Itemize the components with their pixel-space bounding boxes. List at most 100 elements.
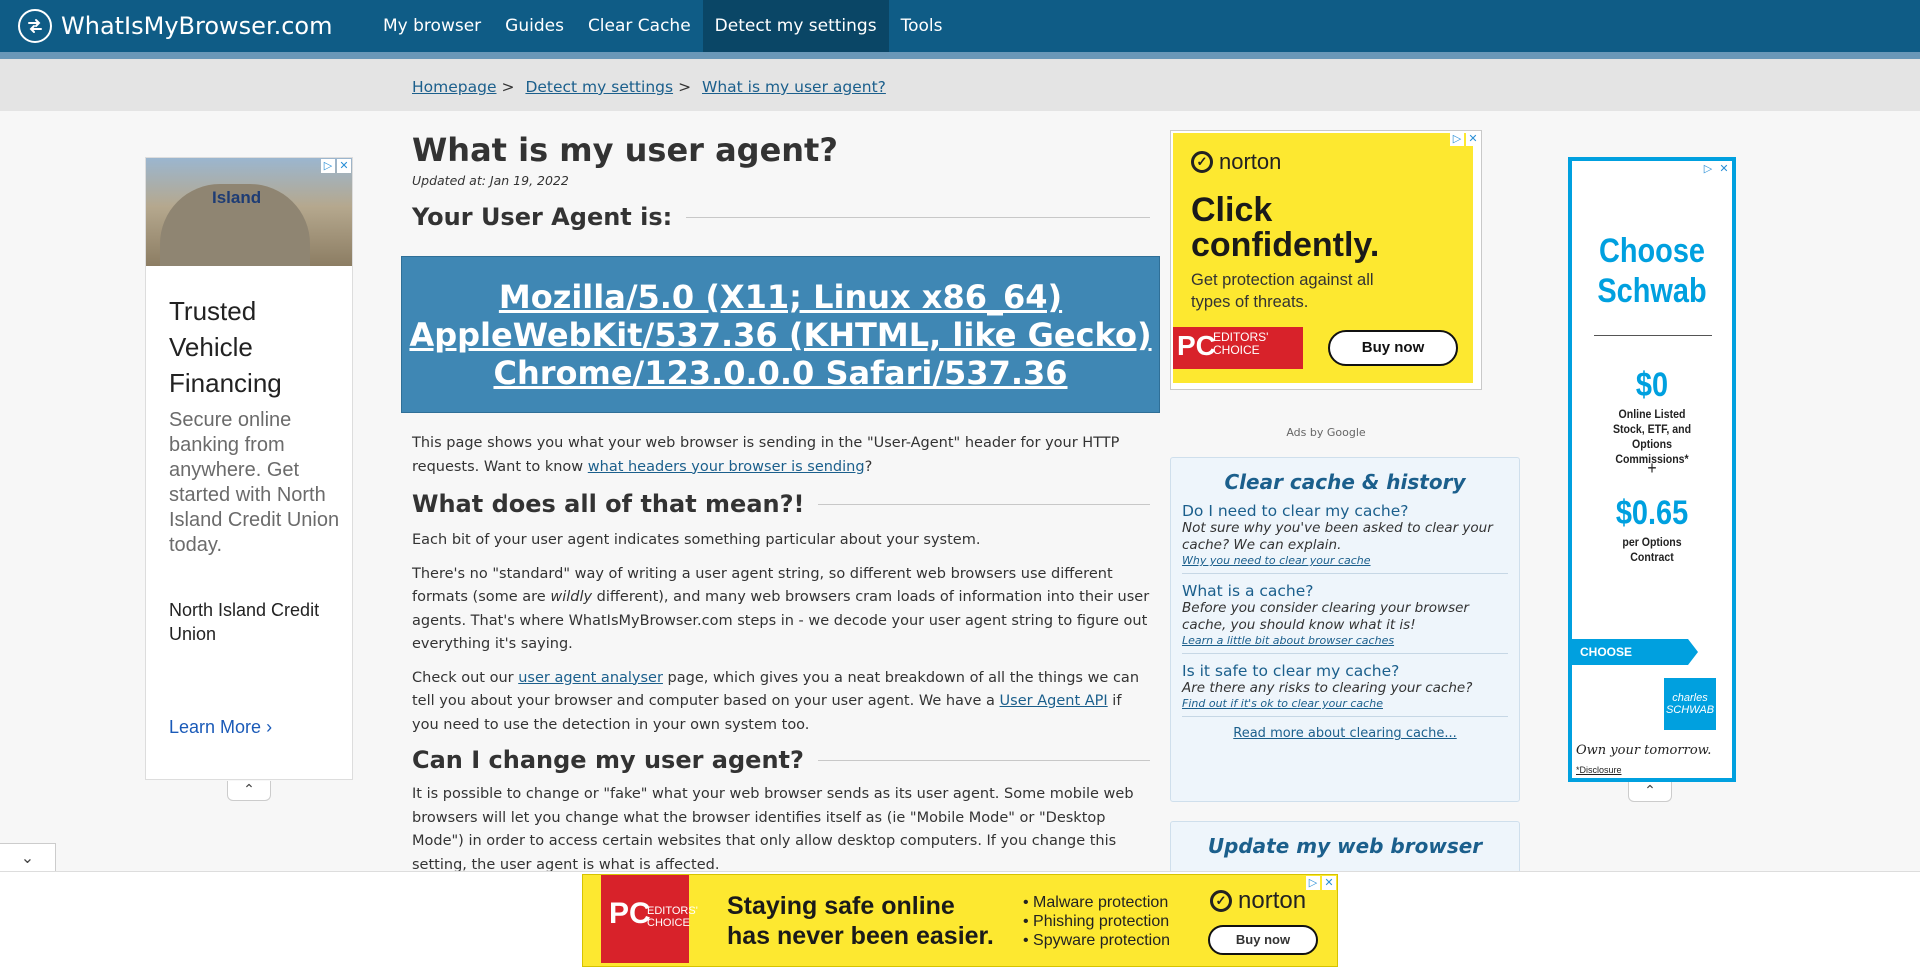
widget-item: Is it safe to clear my cache? Are there … [1182, 654, 1508, 717]
pc-editors-choice-badge: PC EDITORS' CHOICE [601, 875, 698, 963]
schwab-divider [1594, 335, 1712, 336]
ad-close-icon[interactable]: ✕ [337, 159, 351, 173]
section-heading-text: Can I change my user agent? [412, 746, 804, 774]
headline-line: has never been easier. [727, 922, 994, 950]
user-agent-box: Mozilla/5.0 (X11; Linux x86_64) AppleWeb… [401, 256, 1160, 413]
adchoices-icon[interactable]: ▷ [1701, 162, 1715, 176]
main-nav: My browser Guides Clear Cache Detect my … [371, 0, 954, 52]
learn-more-link[interactable]: Learn More › [169, 717, 272, 738]
nav-my-browser[interactable]: My browser [371, 0, 493, 52]
bullet-item: Malware protection [1023, 893, 1170, 912]
schwab-title-text: Choose Schwab [1597, 232, 1707, 310]
ad-choices[interactable]: ▷ ✕ [1450, 132, 1480, 146]
heading-rule [818, 503, 1150, 505]
nav-tools[interactable]: Tools [889, 0, 955, 52]
schwab-price-2-desc-text: per Options Contract [1622, 535, 1682, 564]
section-heading-text: What does all of that mean?! [412, 490, 805, 518]
site-logo[interactable]: WhatIsMyBrowser.com [18, 9, 333, 43]
pc-logo: PC [609, 897, 651, 930]
bullet-item: Phishing protection [1023, 912, 1170, 931]
building-sign: Island [212, 188, 262, 207]
norton-headline: Click confidently. [1191, 191, 1380, 264]
chevron-up-icon: ⌃ [1644, 783, 1656, 799]
widget-answer: Before you consider clearing your browse… [1182, 600, 1469, 633]
ua-heading-text: Your User Agent is: [412, 203, 673, 231]
nav-guides[interactable]: Guides [493, 0, 576, 52]
norton-logo: ✓ norton [1210, 887, 1306, 915]
breadcrumb-homepage[interactable]: Homepage [412, 78, 497, 96]
widget-link[interactable]: Learn a little bit about browser caches [1182, 634, 1508, 647]
intro-paragraph: This page shows you what your web browse… [412, 432, 1150, 479]
breadcrumb-separator: > [501, 78, 515, 96]
breadcrumb-bar: Homepage > Detect my settings > What is my… [0, 59, 1920, 111]
choose-schwab-button[interactable]: CHOOSE SCHWAB [1572, 639, 1698, 685]
clear-cache-widget: Clear cache & history Do I need to clear… [1170, 457, 1520, 802]
headers-link[interactable]: what headers your browser is sending [588, 459, 865, 475]
breadcrumb-detect-my-settings[interactable]: Detect my settings [525, 78, 673, 96]
widget-link[interactable]: Find out if it's ok to clear your cache [1182, 697, 1508, 710]
site-name: WhatIsMyBrowser.com [61, 12, 333, 40]
norton-bottom-ad[interactable]: PC EDITORS' CHOICE Staying safe online h… [582, 874, 1338, 967]
meaning-paragraph-2: There's no "standard" way of writing a u… [412, 563, 1150, 657]
widget-question[interactable]: Do I need to clear my cache? [1182, 502, 1508, 520]
chevron-right-icon: › [266, 717, 273, 737]
ad-description: Secure online banking from anywhere. Get… [169, 409, 340, 556]
left-ad[interactable]: Island ▷ ✕ Trusted Vehicle Financing Sec… [145, 157, 353, 780]
ad-headline: Trusted Vehicle Financing [169, 296, 282, 398]
meaning-paragraph-1: Each bit of your user agent indicates so… [412, 532, 981, 548]
widget-question[interactable]: What is a cache? [1182, 582, 1508, 600]
para-emphasis: wildly [550, 589, 593, 605]
ad-close-icon[interactable]: ✕ [1322, 876, 1336, 890]
widget-item: Do I need to clear my cache? Not sure wh… [1182, 494, 1508, 574]
norton-ad-body: ✓ norton Click confidently. Get protectio… [1173, 133, 1473, 383]
nav-clear-cache[interactable]: Clear Cache [576, 0, 703, 52]
ad-choices[interactable]: ▷ ✕ [1306, 876, 1336, 890]
ad-close-icon[interactable]: ✕ [1466, 132, 1480, 146]
meaning-paragraph-3: Check out our user agent analyser page, … [412, 667, 1150, 738]
breadcrumb-current-page[interactable]: What is my user agent? [702, 78, 886, 96]
bullet-item: Spyware protection [1023, 931, 1170, 950]
heading-rule [817, 759, 1150, 761]
adchoices-icon[interactable]: ▷ [1306, 876, 1320, 890]
schwab-price-1: $0 [1635, 366, 1669, 404]
widget-title: Update my web browser [1207, 834, 1483, 858]
ua-heading: Your User Agent is: [412, 201, 1150, 233]
top-navigation-bar: WhatIsMyBrowser.com My browser Guides Cl… [0, 0, 1920, 52]
schwab-disclosure-link[interactable]: *Disclosure [1576, 765, 1622, 775]
norton-brand: norton [1238, 887, 1307, 914]
ad-choices[interactable]: ▷ ✕ [321, 159, 351, 173]
user-agent-string-link[interactable]: Mozilla/5.0 (X11; Linux x86_64) AppleWeb… [409, 278, 1151, 392]
norton-check-icon: ✓ [1210, 890, 1232, 912]
intro-text-end: ? [864, 458, 873, 475]
left-ad-collapse-button[interactable]: ⌃ [227, 781, 271, 801]
ad-close-icon[interactable]: ✕ [1717, 162, 1731, 176]
adchoices-icon[interactable]: ▷ [1450, 132, 1464, 146]
widget-link[interactable]: Why you need to clear your cache [1182, 554, 1508, 567]
norton-brand: norton [1219, 149, 1282, 174]
norton-buy-now-button[interactable]: Buy now [1208, 925, 1318, 955]
pc-editors-choice-badge: PC EDITORS' CHOICE [1173, 327, 1303, 369]
ua-line: Mozilla/5.0 (X11; Linux x86_64) [498, 277, 1063, 316]
main-content: What is my user agent? Updated at: Jan 1… [401, 130, 1160, 873]
norton-sidebar-ad[interactable]: ✓ norton Click confidently. Get protectio… [1170, 130, 1482, 390]
ad-choices[interactable]: ▷ ✕ [1701, 162, 1731, 176]
user-agent-api-link[interactable]: User Agent API [1000, 693, 1108, 709]
bottom-ad-bullets: Malware protection Phishing protection S… [1023, 893, 1170, 950]
user-agent-analyser-link[interactable]: user agent analyser [518, 670, 663, 686]
learn-more-label: Learn More [169, 717, 262, 737]
schwab-price-2: $0.65 [1615, 494, 1689, 532]
page-title: What is my user agent? [412, 131, 838, 169]
bottom-bar-collapse-button[interactable]: ⌄ [0, 843, 56, 871]
widget-question[interactable]: Is it safe to clear my cache? [1182, 662, 1508, 680]
editors-choice-text: EDITORS' CHOICE [647, 905, 698, 929]
section-heading-change: Can I change my user agent? [412, 744, 1150, 776]
bottom-ad-headline: Staying safe online has never been easie… [727, 891, 994, 951]
adchoices-icon[interactable]: ▷ [321, 159, 335, 173]
norton-buy-now-button[interactable]: Buy now [1328, 330, 1458, 366]
right-ad-collapse-button[interactable]: ⌃ [1628, 782, 1672, 802]
widget-answer: Are there any risks to clearing your cac… [1182, 680, 1473, 696]
pc-logo: PC [1177, 330, 1216, 361]
read-more-cache-link[interactable]: Read more about clearing cache... [1171, 717, 1519, 741]
nav-detect-my-settings[interactable]: Detect my settings [702, 0, 889, 52]
schwab-ad[interactable]: ▷ ✕ Choose Schwab $0 Online Listed Stock… [1568, 157, 1736, 782]
